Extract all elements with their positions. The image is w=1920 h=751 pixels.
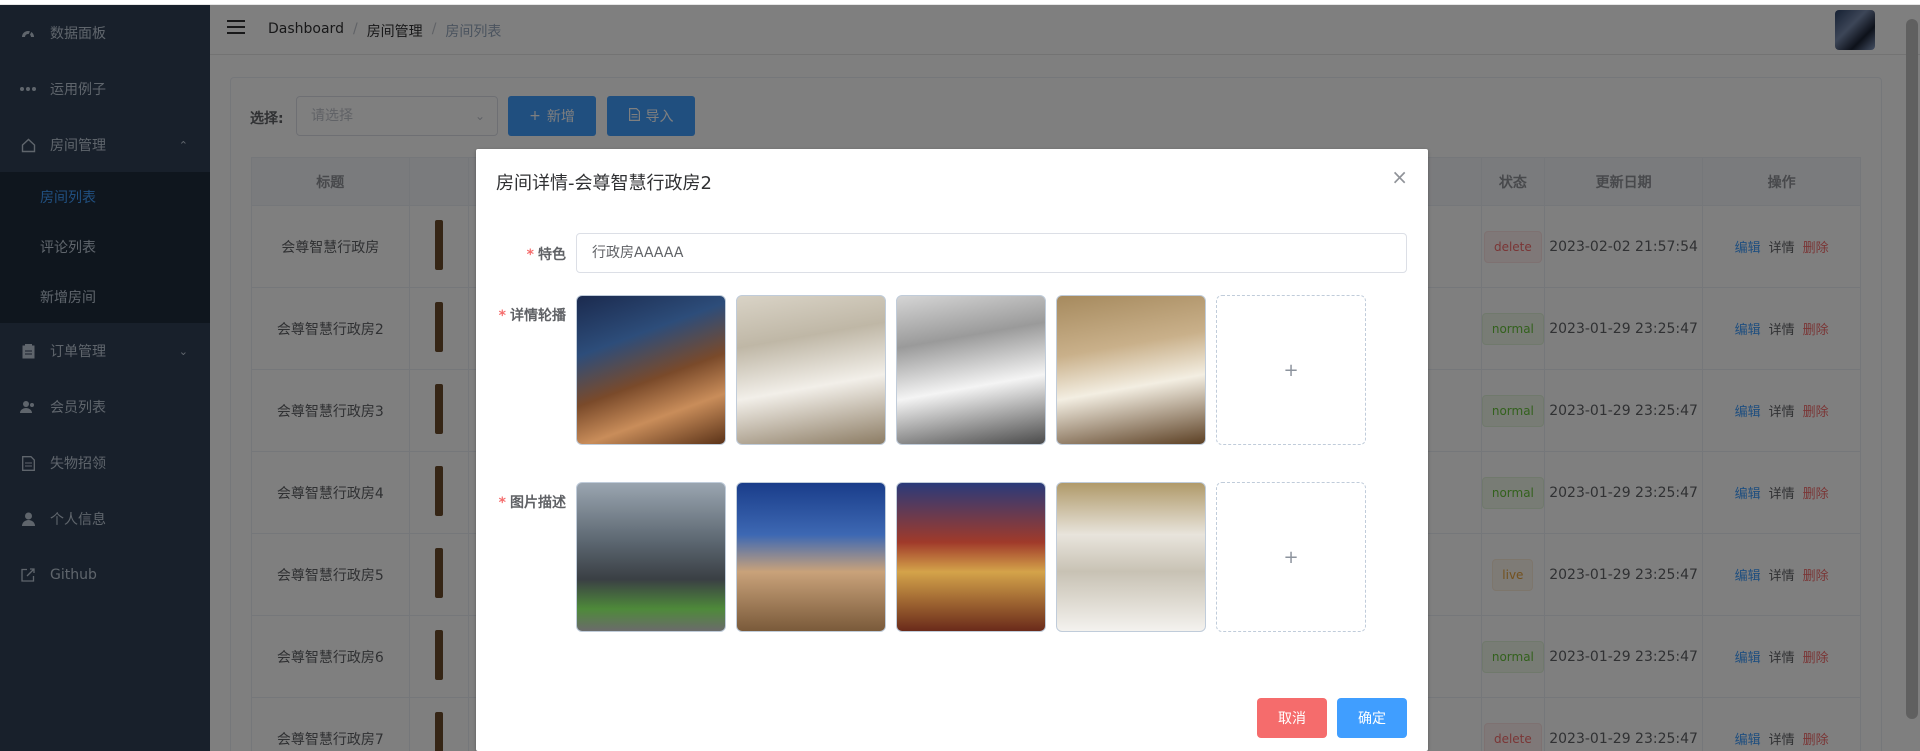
image-desc-label: * 图片描述 (486, 492, 566, 512)
required-mark: * (526, 247, 534, 263)
feature-label: * 特色 (496, 244, 566, 264)
plus-icon: + (1283, 359, 1299, 381)
cancel-button[interactable]: 取消 (1257, 698, 1327, 738)
description-image[interactable] (1056, 482, 1206, 632)
plus-icon: + (1283, 546, 1299, 568)
feature-input[interactable]: 行政房AAAAA (576, 233, 1407, 273)
confirm-button[interactable]: 确定 (1337, 698, 1407, 738)
carousel-image[interactable] (1056, 295, 1206, 445)
top-border (0, 0, 1920, 5)
carousel-label-text: 详情轮播 (510, 308, 566, 324)
close-icon[interactable]: × (1391, 167, 1408, 187)
feature-label-text: 特色 (538, 247, 566, 263)
dialog-title: 房间详情-会尊智慧行政房2 (496, 173, 712, 194)
required-mark: * (498, 495, 506, 511)
carousel-image[interactable] (576, 295, 726, 445)
description-upload[interactable]: + (1216, 482, 1366, 632)
carousel-image[interactable] (736, 295, 886, 445)
required-mark: * (498, 308, 506, 324)
carousel-upload[interactable]: + (1216, 295, 1366, 445)
carousel-label: * 详情轮播 (486, 305, 566, 325)
image-desc-label-text: 图片描述 (510, 495, 566, 511)
carousel-image[interactable] (896, 295, 1046, 445)
room-detail-dialog: 房间详情-会尊智慧行政房2 × * 特色 行政房AAAAA * 详情轮播 + * 图片… (476, 149, 1428, 751)
description-image[interactable] (576, 482, 726, 632)
description-image[interactable] (736, 482, 886, 632)
description-image[interactable] (896, 482, 1046, 632)
